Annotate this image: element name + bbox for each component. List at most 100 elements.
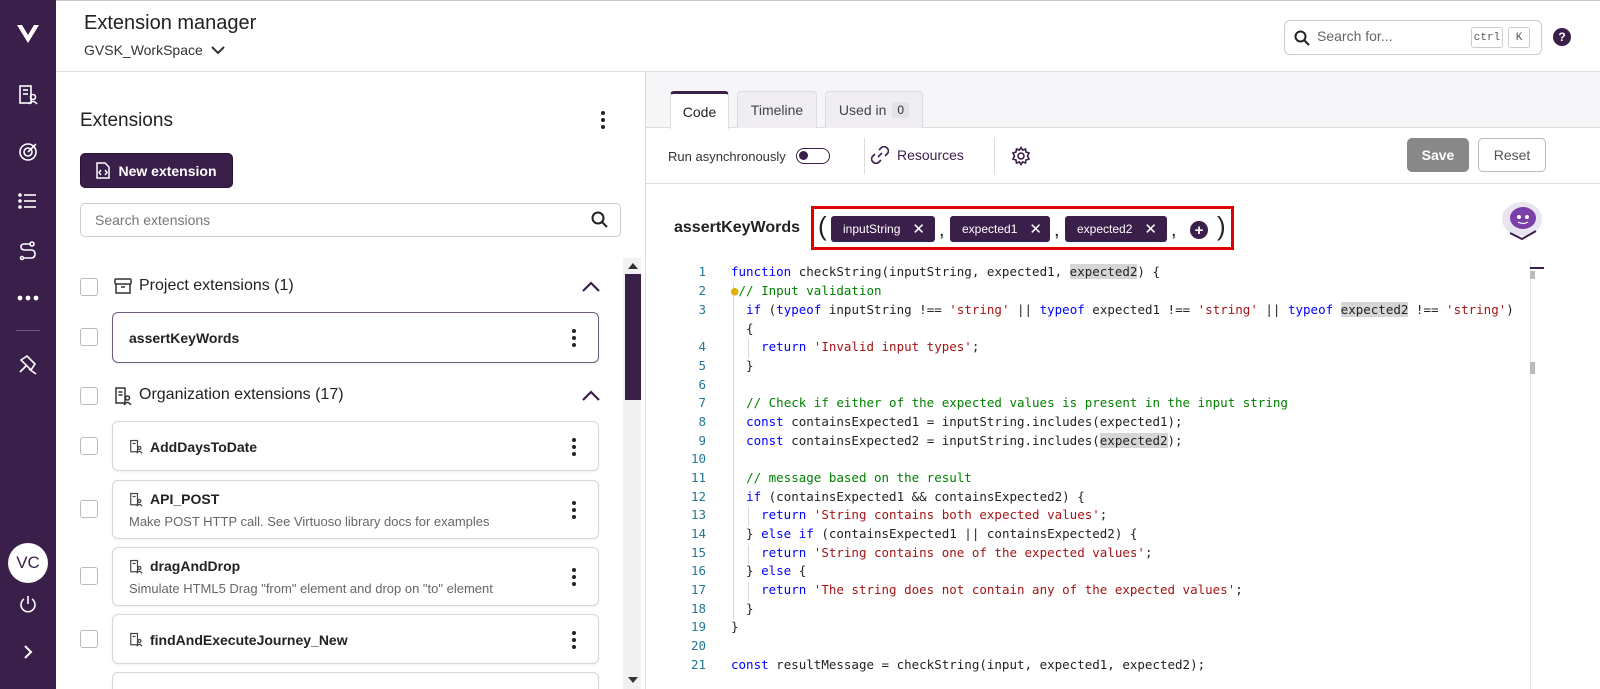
list-icon[interactable] <box>0 181 56 221</box>
code-line: } else if (containsExpected1 || contains… <box>731 526 1138 541</box>
extension-name: AddDaysToDate <box>150 439 258 455</box>
organization-icon <box>130 439 143 454</box>
extension-search-input[interactable] <box>95 212 535 228</box>
extensions-menu-icon[interactable] <box>593 108 613 132</box>
add-param-icon[interactable]: + <box>1190 221 1208 239</box>
close-paren: ) <box>1217 211 1226 241</box>
organization-extensions-group[interactable]: Organization extensions (17) <box>80 384 600 408</box>
item-checkbox[interactable] <box>80 567 98 585</box>
code-line: // Check if either of the expected value… <box>746 395 1288 410</box>
archive-icon <box>114 278 132 294</box>
line-number: 16 <box>690 563 706 578</box>
scroll-down-icon[interactable] <box>628 677 638 683</box>
remove-param-icon[interactable]: ✕ <box>1144 220 1157 238</box>
line-number: 4 <box>698 339 706 354</box>
more-icon[interactable] <box>0 278 56 318</box>
code-line: const containsExpected2 = inputString.in… <box>746 433 1183 448</box>
search-icon <box>591 211 608 228</box>
line-number: 8 <box>698 414 706 429</box>
item-checkbox[interactable] <box>80 500 98 518</box>
editor-panel: Code Timeline Used in 0 Run asynchronous… <box>646 72 1600 689</box>
extension-card-AddDaysToDate[interactable]: AddDaysToDate <box>112 421 599 471</box>
project-group-checkbox[interactable] <box>80 278 98 296</box>
left-scrollbar-thumb[interactable] <box>625 274 641 400</box>
line-number: 15 <box>690 545 706 560</box>
lightbulb-icon[interactable]: ● <box>731 283 739 298</box>
project-extensions-group[interactable]: Project extensions (1) <box>80 275 600 299</box>
code-line: } else { <box>731 563 807 578</box>
shortcut-ctrl-key: ctrl <box>1471 27 1503 48</box>
code-line: if (containsExpected1 && containsExpecte… <box>746 489 1085 504</box>
item-menu-icon[interactable] <box>564 326 584 350</box>
project-group-label: Project extensions (1) <box>139 277 294 294</box>
chevron-up-icon[interactable] <box>582 390 600 401</box>
power-icon[interactable] <box>0 584 56 624</box>
param-chip-expected1[interactable]: expected1 ✕ <box>950 216 1050 242</box>
journeys-icon[interactable] <box>0 231 56 271</box>
workspace-name: GVSK_WorkSpace <box>84 42 203 58</box>
item-checkbox[interactable] <box>80 328 98 346</box>
organization-icon <box>115 387 132 406</box>
extension-name: dragAndDrop <box>150 558 241 574</box>
projects-icon[interactable] <box>0 75 56 115</box>
param-separator: , <box>1171 219 1177 241</box>
extension-name: findAndExecuteJourney_New <box>150 632 348 648</box>
save-button[interactable]: Save <box>1407 138 1469 172</box>
extension-card-dragAndDrop[interactable]: dragAndDrop Simulate HTML5 Drag "from" e… <box>112 547 599 606</box>
item-menu-icon[interactable] <box>564 435 584 459</box>
organization-group-label: Organization extensions (17) <box>139 386 344 403</box>
param-chip-expected2[interactable]: expected2 ✕ <box>1065 216 1167 242</box>
tab-label: Used in <box>838 102 887 118</box>
scroll-up-icon[interactable] <box>628 263 638 269</box>
tab-timeline[interactable]: Timeline <box>737 91 817 128</box>
avatar[interactable]: VC <box>8 543 48 583</box>
tab-used-in[interactable]: Used in 0 <box>825 91 923 128</box>
extension-card-API_POST[interactable]: API_POST Make POST HTTP call. See Virtuo… <box>112 480 599 539</box>
item-checkbox[interactable] <box>80 630 98 648</box>
extension-card-assertKeyWords[interactable]: assertKeyWords <box>112 312 599 363</box>
reset-button[interactable]: Reset <box>1478 138 1546 172</box>
item-menu-icon[interactable] <box>564 628 584 652</box>
new-extension-button[interactable]: New extension <box>80 153 233 188</box>
item-menu-icon[interactable] <box>564 565 584 589</box>
remove-param-icon[interactable]: ✕ <box>912 220 925 238</box>
organization-icon <box>130 559 143 574</box>
extension-card-findAndExecuteJourney_New[interactable]: findAndExecuteJourney_New <box>112 614 599 664</box>
param-name: expected2 <box>1077 222 1133 236</box>
code-editor[interactable]: 1 function checkString(inputString, expec… <box>646 262 1600 689</box>
chevron-up-icon[interactable] <box>582 281 600 292</box>
param-chip-inputString[interactable]: inputString ✕ <box>831 216 935 242</box>
organization-icon <box>130 632 143 647</box>
logo-icon[interactable] <box>0 14 56 54</box>
assistant-bot-icon[interactable] <box>1496 197 1546 245</box>
extension-card-partial[interactable] <box>112 672 599 689</box>
line-number: 2 <box>698 283 706 298</box>
help-icon[interactable]: ? <box>1553 28 1571 46</box>
gear-icon[interactable] <box>1011 146 1031 166</box>
remove-param-icon[interactable]: ✕ <box>1029 220 1042 238</box>
extensions-icon[interactable] <box>0 345 56 385</box>
extension-description: Make POST HTTP call. See Virtuoso librar… <box>129 514 490 529</box>
global-search[interactable]: ctrl K <box>1284 20 1542 55</box>
workspace-selector[interactable]: GVSK_WorkSpace <box>84 42 225 58</box>
line-number: 18 <box>690 601 706 616</box>
expand-icon[interactable] <box>0 632 56 672</box>
code-line: return 'String contains both expected va… <box>761 507 1108 522</box>
line-number: 1 <box>698 264 706 279</box>
tab-code[interactable]: Code <box>670 91 729 129</box>
extension-search[interactable] <box>80 203 621 237</box>
item-menu-icon[interactable] <box>564 498 584 522</box>
global-search-input[interactable] <box>1317 28 1467 44</box>
organization-group-checkbox[interactable] <box>80 387 98 405</box>
extension-name: assertKeyWords <box>129 330 240 346</box>
resources-button[interactable]: Resources <box>871 146 964 164</box>
line-number: 12 <box>690 489 706 504</box>
line-number: 6 <box>698 377 706 392</box>
line-number: 20 <box>690 638 706 653</box>
editor-tabs: Code Timeline Used in 0 <box>646 72 1600 129</box>
item-checkbox[interactable] <box>80 437 98 455</box>
code-line: const containsExpected1 = inputString.in… <box>746 414 1183 429</box>
goals-icon[interactable] <box>0 132 56 172</box>
run-async-toggle[interactable] <box>796 148 830 164</box>
extension-name: API_POST <box>150 491 220 507</box>
